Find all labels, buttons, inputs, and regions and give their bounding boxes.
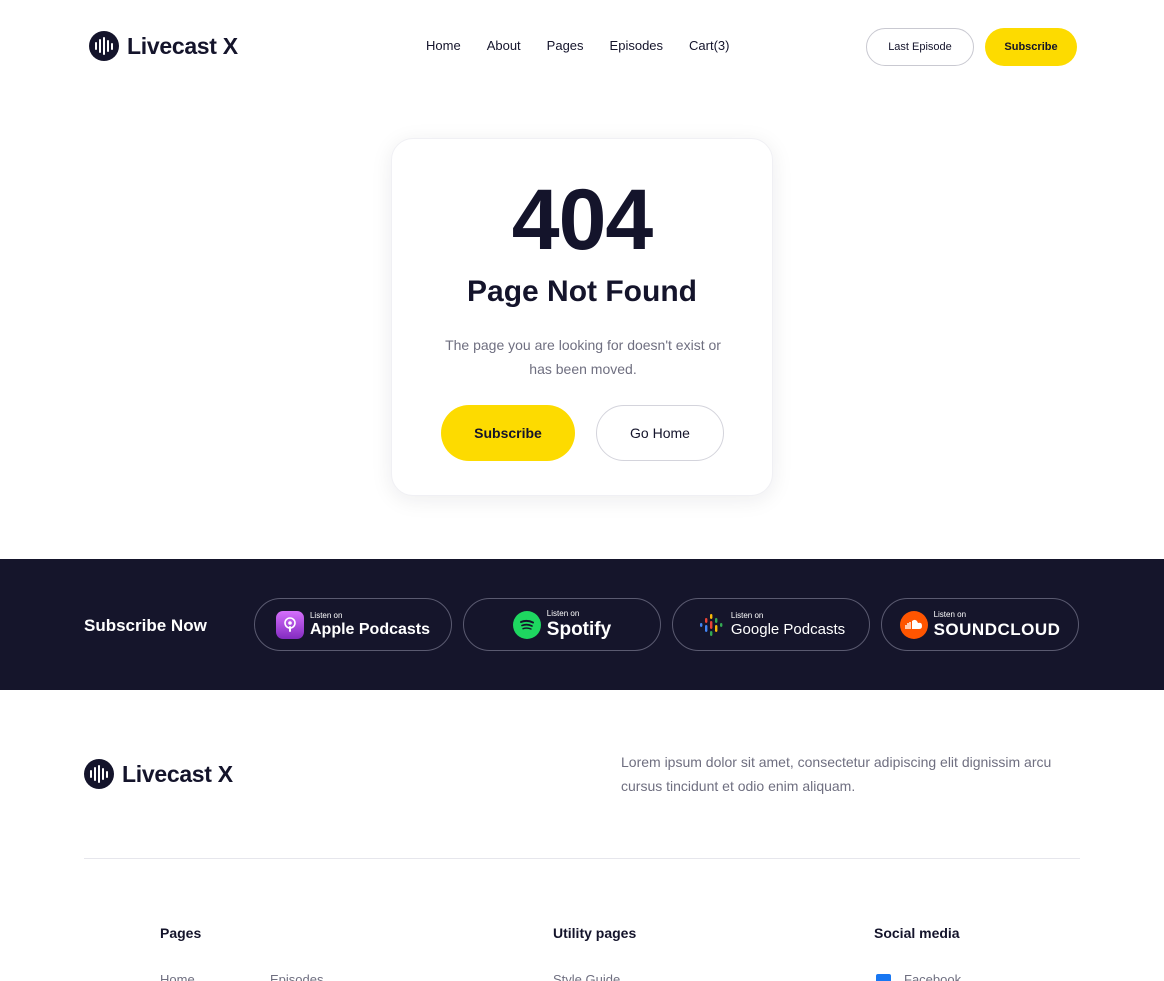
header-logo[interactable]: Livecast X [89, 31, 238, 61]
main-nav: Home About Pages Episodes Cart(3) [426, 38, 755, 53]
footer-heading-utility: Utility pages [553, 925, 637, 941]
error-title: Page Not Found [467, 275, 697, 308]
error-description: The page you are looking for doesn't exi… [445, 337, 721, 377]
subscribe-button[interactable]: Subscribe [441, 405, 575, 461]
platform-name: Apple Podcasts [309, 620, 431, 638]
footer-logo[interactable]: Livecast X [84, 759, 233, 789]
platform-caption: Listen on [546, 609, 580, 618]
go-home-button[interactable]: Go Home [596, 405, 724, 461]
nav-pages[interactable]: Pages [547, 38, 584, 53]
platform-name: SOUNDCLOUD [933, 620, 1061, 639]
footer-heading-pages: Pages [160, 925, 202, 941]
soundcloud-icon [899, 610, 928, 639]
brand-name: Livecast X [127, 32, 238, 59]
platform-name: Google Podcasts [730, 621, 846, 638]
nav-episodes[interactable]: Episodes [610, 38, 663, 53]
error-code: 404 [511, 172, 654, 268]
footer-heading-social: Social media [874, 925, 960, 941]
platform-name: Spotify [546, 619, 612, 640]
footer-divider [84, 858, 1080, 859]
nav-cart[interactable]: Cart(3) [689, 38, 729, 53]
facebook-icon[interactable] [876, 974, 891, 981]
error-card: 404 Page Not Found The page you are look… [391, 138, 773, 496]
footer-link-home[interactable]: Home [160, 972, 195, 981]
header-subscribe-button[interactable]: Subscribe [985, 28, 1077, 66]
waveform-icon [84, 759, 114, 789]
footer-brand-name: Livecast X [122, 760, 233, 787]
apple-podcasts-icon [275, 610, 304, 639]
footer-description: Lorem ipsum dolor sit amet, consectetur … [621, 754, 1052, 794]
spotify-icon [512, 610, 541, 639]
subscribe-band: Subscribe Now Listen on Apple Podcasts L… [0, 559, 1164, 690]
platform-caption: Listen on [309, 610, 343, 620]
last-episode-button[interactable]: Last Episode [866, 28, 974, 66]
google-podcasts-button[interactable]: Listen on Google Podcasts [672, 598, 870, 651]
soundcloud-button[interactable]: Listen on SOUNDCLOUD [881, 598, 1079, 651]
subscribe-band-title: Subscribe Now [84, 616, 207, 635]
nav-home[interactable]: Home [426, 38, 461, 53]
spotify-button[interactable]: Listen on Spotify [463, 598, 661, 651]
google-podcasts-icon [697, 611, 725, 639]
footer-link-episodes[interactable]: Episodes [270, 972, 323, 981]
nav-about[interactable]: About [487, 38, 521, 53]
site-header: Livecast X Home About Pages Episodes Car… [0, 0, 1164, 94]
footer-link-facebook[interactable]: Facebook [904, 972, 961, 981]
platform-caption: Listen on [730, 611, 764, 620]
platform-caption: Listen on [933, 610, 967, 619]
footer-link-style-guide[interactable]: Style Guide [553, 972, 620, 981]
apple-podcasts-button[interactable]: Listen on Apple Podcasts [254, 598, 452, 651]
waveform-icon [89, 31, 119, 61]
